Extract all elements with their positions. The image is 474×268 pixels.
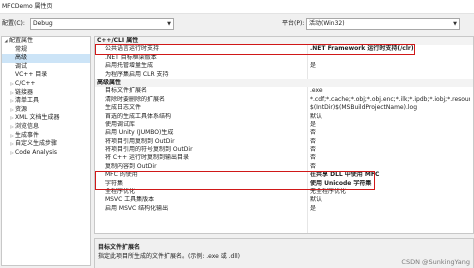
- property-preferred-toolset-architecture[interactable]: 首选的生成工具体系结构 默认: [95, 113, 473, 121]
- property-value[interactable]: 是: [310, 121, 470, 129]
- property-value[interactable]: 否: [310, 146, 470, 154]
- property-use-debug-libraries[interactable]: 使用调试库 是: [95, 121, 473, 129]
- platform-dropdown[interactable]: 活动(Win32) ▼: [306, 18, 460, 30]
- tree-item-browse-information[interactable]: ▷浏览信息: [2, 123, 90, 132]
- property-copy-project-references[interactable]: 将项目引用复制到 OutDir 否: [95, 138, 473, 146]
- property-value[interactable]: 默认: [310, 196, 470, 204]
- platform-value: 活动(Win32): [309, 20, 345, 27]
- property-value[interactable]: 使用 Unicode 字符集: [310, 180, 470, 188]
- tree-item-custom-build-step[interactable]: ▷自定义生成步骤: [2, 140, 90, 149]
- description-text: 指定此项目所生成的文件扩展名。(示例: .exe 或 .dll): [98, 253, 241, 260]
- property-value[interactable]: 在共享 DLL 中使用 MFC: [310, 171, 470, 179]
- category-advanced-properties[interactable]: 高级属性: [95, 78, 473, 88]
- property-value[interactable]: .exe: [310, 87, 470, 95]
- property-character-set[interactable]: 字符集 使用 Unicode 字符集: [95, 180, 473, 188]
- property-msvc-toolset-version[interactable]: MSVC 工具集版本 默认: [95, 196, 473, 204]
- property-clr-support[interactable]: 公共语言运行时支持 .NET Framework 运行时支持(/clr): [95, 45, 473, 53]
- property-value[interactable]: 是: [310, 62, 470, 70]
- property-whole-program-optimization[interactable]: 全程序优化 无全程序优化: [95, 188, 473, 196]
- description-title: 目标文件扩展名: [98, 244, 141, 251]
- tree-item-code-analysis[interactable]: ▷Code Analysis: [2, 149, 90, 158]
- chevron-down-icon: ▼: [167, 21, 171, 27]
- property-value[interactable]: 否: [310, 154, 470, 162]
- tree-item-xml-doc-generator[interactable]: ▷XML 文档生成器: [2, 114, 90, 123]
- watermark: CSDN @SunkingYang: [401, 258, 470, 266]
- window-title: MFCDemo 属性页: [2, 3, 53, 10]
- property-value[interactable]: 默认: [310, 113, 470, 121]
- tree-item-linker[interactable]: ▷链接器: [2, 89, 90, 98]
- property-grid: C++/CLI 属性 公共语言运行时支持 .NET Framework 运行时支…: [94, 36, 474, 234]
- tree-item-c-cpp[interactable]: ▷C/C++: [2, 80, 90, 89]
- config-label: 配置(C):: [2, 20, 25, 27]
- property-clr-assembly-support[interactable]: 为程序集启用 CLR 支持: [95, 71, 473, 79]
- property-unity-build[interactable]: 启用 Unity (JUMBO)生成 否: [95, 129, 473, 137]
- property-value[interactable]: *.cdf;*.cache;*.obj;*.obj.enc;*.ilk;*.ip…: [310, 96, 470, 104]
- property-value[interactable]: 无全程序优化: [310, 188, 470, 196]
- property-managed-incremental-build[interactable]: 启用托管增量生成 是: [95, 62, 473, 70]
- config-value: Debug: [33, 20, 53, 27]
- property-msvc-structured-output[interactable]: 启用 MSVC 结构化输出 是: [95, 205, 473, 213]
- property-use-of-mfc[interactable]: MFC 的使用 在共享 DLL 中使用 MFC: [95, 171, 473, 179]
- property-copy-content[interactable]: 复制内容到 OutDir 否: [95, 163, 473, 171]
- property-value[interactable]: 否: [310, 129, 470, 137]
- chevron-down-icon: ▼: [453, 21, 457, 27]
- tree-item-advanced[interactable]: 高级: [2, 54, 90, 63]
- tree-item-build-events[interactable]: ▷生成事件: [2, 132, 90, 141]
- tree-item-manifest-tool[interactable]: ▷清单工具: [2, 97, 90, 106]
- property-value[interactable]: 否: [310, 138, 470, 146]
- property-target-framework[interactable]: .NET 目标框架版本: [95, 54, 473, 62]
- property-value[interactable]: $(IntDir)$(MSBuildProjectName).log: [310, 104, 470, 112]
- property-value[interactable]: 否: [310, 163, 470, 171]
- window-titlebar: MFCDemo 属性页: [0, 0, 474, 14]
- property-tree: ◢配置属性 常规 高级 调试 VC++ 目录 ▷C/C++ ▷链接器 ▷清单工具…: [1, 36, 91, 266]
- property-copy-reference-symbols[interactable]: 将项目引用的符号复制到 OutDir 否: [95, 146, 473, 154]
- config-dropdown[interactable]: Debug ▼: [30, 18, 174, 30]
- property-copy-cpp-runtime[interactable]: 将 C++ 运行时复制到输出目录 否: [95, 154, 473, 162]
- tree-item-config-properties[interactable]: ◢配置属性: [2, 37, 90, 46]
- configuration-bar: 配置(C): Debug ▼ 平台(P): 活动(Win32) ▼: [0, 17, 474, 33]
- property-clean-extensions[interactable]: 清除时要删除的扩展名 *.cdf;*.cache;*.obj;*.obj.enc…: [95, 96, 473, 104]
- platform-label: 平台(P):: [282, 20, 305, 27]
- category-cpp-cli-properties[interactable]: C++/CLI 属性: [95, 37, 473, 46]
- property-target-extension[interactable]: 目标文件扩展名 .exe: [95, 87, 473, 95]
- property-value[interactable]: .NET Framework 运行时支持(/clr): [310, 45, 470, 53]
- tree-item-general[interactable]: 常规: [2, 46, 90, 55]
- tree-item-vc-directories[interactable]: VC++ 目录: [2, 71, 90, 80]
- property-value[interactable]: 是: [310, 205, 470, 213]
- property-build-log-file[interactable]: 生成日志文件 $(IntDir)$(MSBuildProjectName).lo…: [95, 104, 473, 112]
